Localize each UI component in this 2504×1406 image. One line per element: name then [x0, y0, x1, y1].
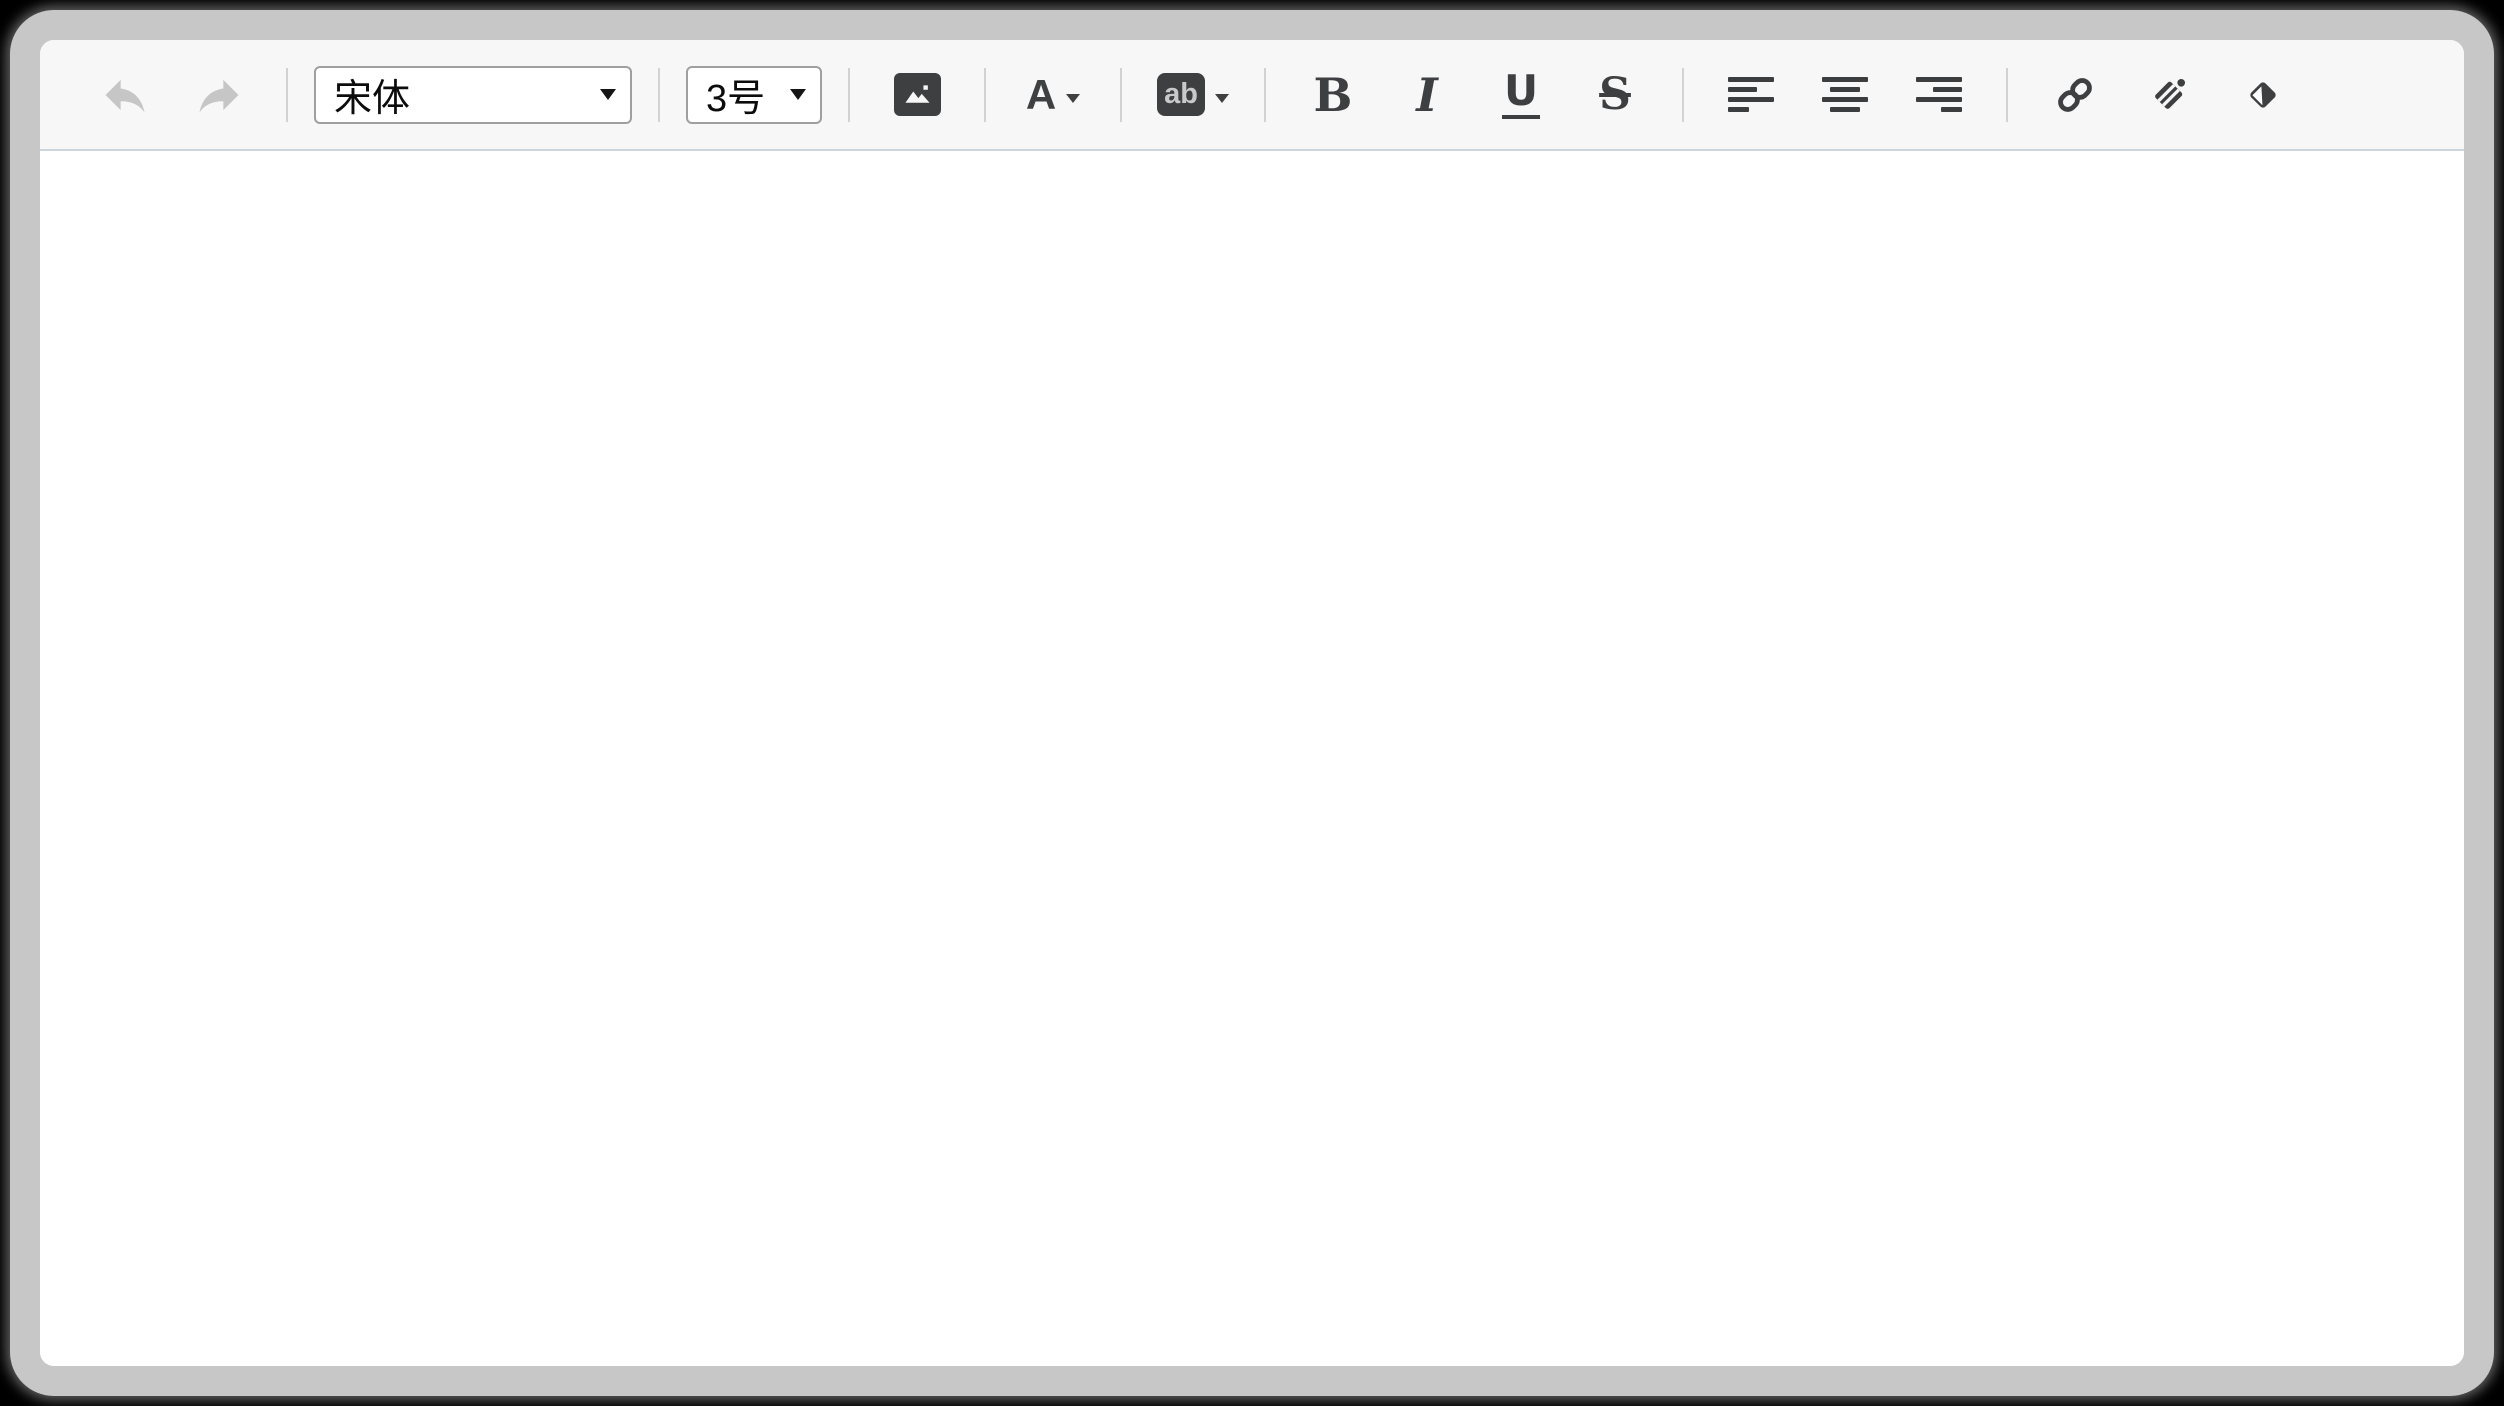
image-icon	[894, 73, 941, 116]
toolbar-separator	[984, 68, 986, 122]
bold-button[interactable]: B	[1301, 58, 1365, 132]
chevron-down-icon	[600, 89, 616, 100]
align-left-icon	[1728, 77, 1774, 112]
underline-button[interactable]: U	[1489, 58, 1553, 132]
toolbar-separator	[1682, 68, 1684, 122]
highlight-color-button[interactable]: ab	[1157, 58, 1229, 132]
toolbar-separator	[2006, 68, 2008, 122]
text-color-label: A	[1026, 74, 1056, 116]
font-family-select[interactable]: 宋体	[314, 66, 632, 124]
eraser-icon	[2240, 72, 2286, 118]
italic-button[interactable]: I	[1395, 58, 1459, 132]
strikethrough-icon: S	[1599, 73, 1631, 117]
toolbar-separator	[286, 68, 288, 122]
strikethrough-button[interactable]: S	[1583, 58, 1647, 132]
toolbar-separator	[1264, 68, 1266, 122]
editor-canvas[interactable]	[40, 151, 2464, 1366]
align-left-button[interactable]	[1719, 58, 1783, 132]
toolbar-separator	[848, 68, 850, 122]
insert-link-button[interactable]	[2043, 58, 2107, 132]
link-icon	[2052, 72, 2098, 118]
italic-icon: I	[1416, 72, 1438, 118]
toolbar-separator	[658, 68, 660, 122]
underline-icon: U	[1502, 70, 1540, 119]
editor-toolbar: 宋体 3号 A ab	[40, 40, 2464, 151]
font-size-select[interactable]: 3号	[686, 66, 822, 124]
rich-text-editor-window: 宋体 3号 A ab	[10, 10, 2494, 1396]
redo-button[interactable]	[187, 58, 251, 132]
chevron-down-icon	[790, 89, 806, 100]
insert-image-button[interactable]	[885, 58, 949, 132]
toolbar-separator	[1120, 68, 1122, 122]
align-right-button[interactable]	[1907, 58, 1971, 132]
format-brush-button[interactable]	[2137, 58, 2201, 132]
align-center-button[interactable]	[1813, 58, 1877, 132]
chevron-down-icon	[1215, 94, 1229, 103]
bold-icon: B	[1314, 72, 1353, 118]
text-color-button[interactable]: A	[1021, 58, 1085, 132]
undo-button[interactable]	[93, 58, 157, 132]
page-background: { "toolbar": { "undo": {"icon": "undo-ar…	[0, 0, 2504, 1406]
clear-format-button[interactable]	[2231, 58, 2295, 132]
align-center-icon	[1822, 77, 1868, 112]
font-size-value: 3号	[706, 67, 765, 122]
align-right-icon	[1916, 77, 1962, 112]
redo-icon	[191, 69, 247, 121]
chevron-down-icon	[1066, 94, 1080, 103]
undo-icon	[97, 69, 153, 121]
highlight-color-label: ab	[1157, 73, 1205, 116]
font-family-value: 宋体	[334, 67, 410, 122]
paint-brush-icon	[2146, 72, 2192, 118]
